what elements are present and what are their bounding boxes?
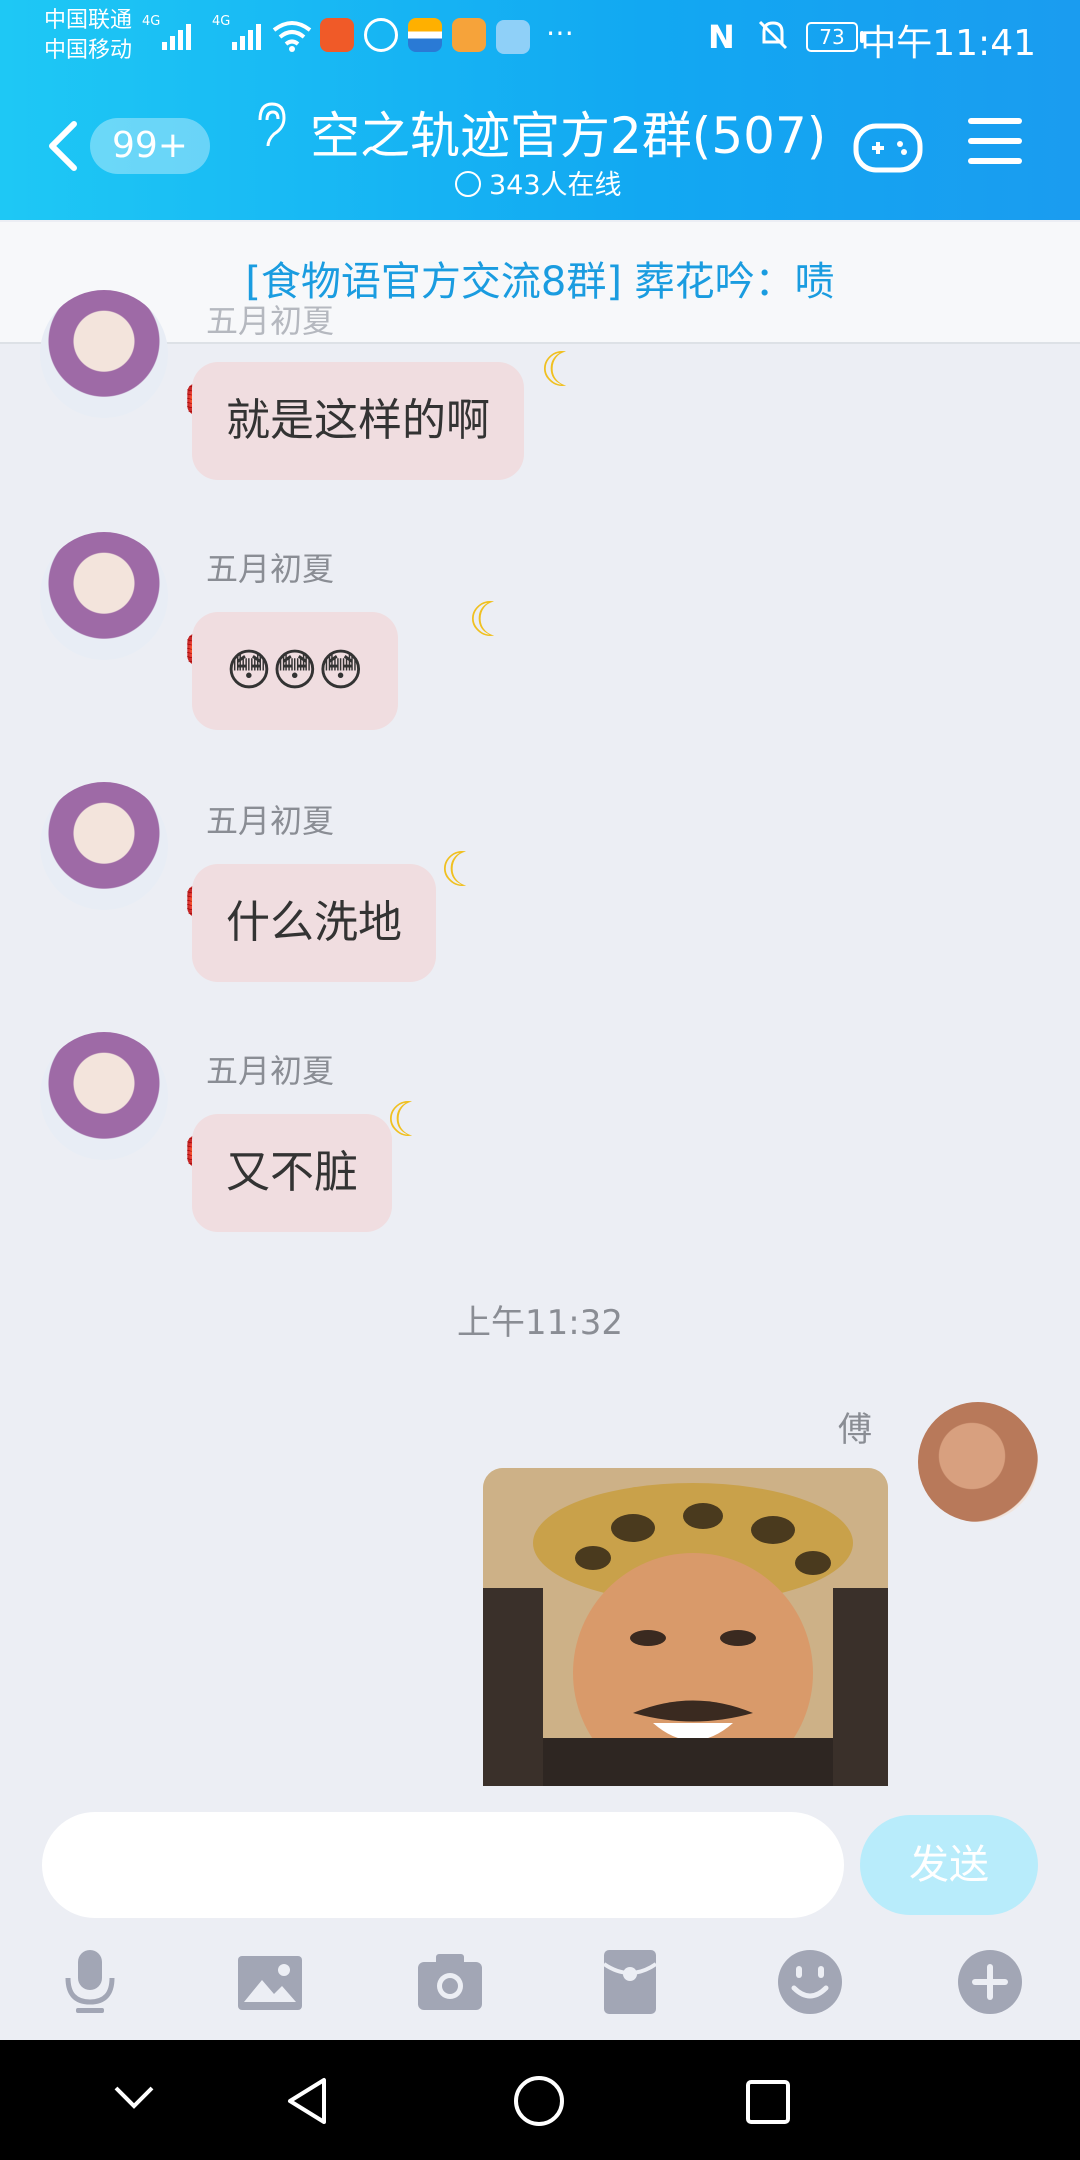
- group-title[interactable]: 空之轨迹官方2群(507): [310, 96, 826, 168]
- chevron-down-icon[interactable]: [112, 2082, 156, 2112]
- plus-icon[interactable]: [954, 1946, 1026, 2018]
- app-notification-icon: [364, 18, 398, 52]
- status-bar: 中国联通 中国移动 4G 4G ⋯ N 73 中午11:41: [0, 0, 1080, 70]
- message-text: 什么洗地: [226, 897, 402, 948]
- briefcase-icon: [496, 20, 530, 54]
- wifi-icon: [272, 21, 312, 52]
- message-input[interactable]: [42, 1812, 844, 1918]
- status-clock: 中午11:41: [860, 23, 1036, 64]
- unread-badge[interactable]: 99+: [90, 118, 210, 174]
- moon-icon: ☾: [540, 342, 584, 398]
- app-notification-icon: [320, 18, 354, 52]
- message-timestamp: 上午11:32: [457, 1303, 623, 1343]
- home-circle-icon[interactable]: [512, 2074, 566, 2128]
- sender-avatar[interactable]: [40, 782, 168, 910]
- battery-icon: 73: [806, 22, 864, 52]
- sender-avatar[interactable]: [40, 290, 168, 418]
- microphone-icon[interactable]: [54, 1946, 126, 2018]
- my-avatar[interactable]: [918, 1402, 1038, 1522]
- carrier-1: 中国联通: [44, 8, 133, 33]
- composer-toolbar: [0, 1940, 1080, 2040]
- menu-icon[interactable]: [968, 118, 1022, 178]
- nfc-icon: N: [708, 18, 735, 56]
- message-bubble[interactable]: 又不脏: [192, 1114, 392, 1232]
- back-triangle-icon[interactable]: [284, 2076, 328, 2126]
- message-emoji: 😳😳😳: [226, 645, 364, 696]
- carrier-labels: 中国联通 中国移动: [44, 6, 132, 66]
- mute-bell-icon: [758, 20, 788, 50]
- sender-avatar[interactable]: [40, 532, 168, 660]
- sender-avatar[interactable]: [40, 1032, 168, 1160]
- send-button[interactable]: 发送: [860, 1815, 1038, 1915]
- message-text: 又不脏: [226, 1147, 358, 1198]
- image-icon[interactable]: [234, 1946, 306, 2018]
- moon-icon: ☾: [386, 1092, 430, 1148]
- message-text: 就是这样的啊: [226, 395, 490, 446]
- system-nav-bar: [0, 2040, 1080, 2160]
- gamepad-icon[interactable]: [852, 118, 924, 178]
- sender-name: 五月初夏: [206, 802, 335, 840]
- sender-name: 五月初夏: [206, 302, 335, 340]
- red-packet-icon[interactable]: [594, 1946, 666, 2018]
- message-bubble[interactable]: 就是这样的啊: [192, 362, 524, 480]
- sender-name: 五月初夏: [206, 550, 335, 588]
- emoji-icon[interactable]: [774, 1946, 846, 2018]
- signal-icon-2: 4G: [212, 14, 261, 54]
- message-bubble[interactable]: 什么洗地: [192, 864, 436, 982]
- meme-photo-image: [483, 1468, 888, 1786]
- app-notification-icon: [408, 18, 442, 52]
- ear-icon[interactable]: [250, 100, 290, 150]
- app-notification-icon: [452, 18, 486, 52]
- sender-name: 五月初夏: [206, 1052, 335, 1090]
- carrier-2: 中国移动: [44, 38, 133, 63]
- signal-icon-1: 4G: [142, 14, 191, 54]
- moon-icon: ☾: [468, 592, 512, 648]
- image-message[interactable]: [483, 1468, 888, 1786]
- chat-header: 中国联通 中国移动 4G 4G ⋯ N 73 中午11:41 99+ 空之轨迹官…: [0, 0, 1080, 220]
- camera-icon[interactable]: [414, 1946, 486, 2018]
- back-arrow-icon[interactable]: [44, 118, 84, 174]
- my-name: 傅: [838, 1410, 872, 1450]
- online-check-icon: [455, 171, 481, 197]
- online-count: 343人在线: [455, 163, 622, 202]
- group-notice-banner[interactable]: [食物语官方交流8群] 葬花吟：啧: [0, 222, 1080, 344]
- moon-icon: ☾: [440, 842, 484, 898]
- message-bubble[interactable]: 😳😳😳: [192, 612, 398, 730]
- recents-square-icon[interactable]: [744, 2078, 792, 2126]
- more-icon: ⋯: [546, 16, 574, 49]
